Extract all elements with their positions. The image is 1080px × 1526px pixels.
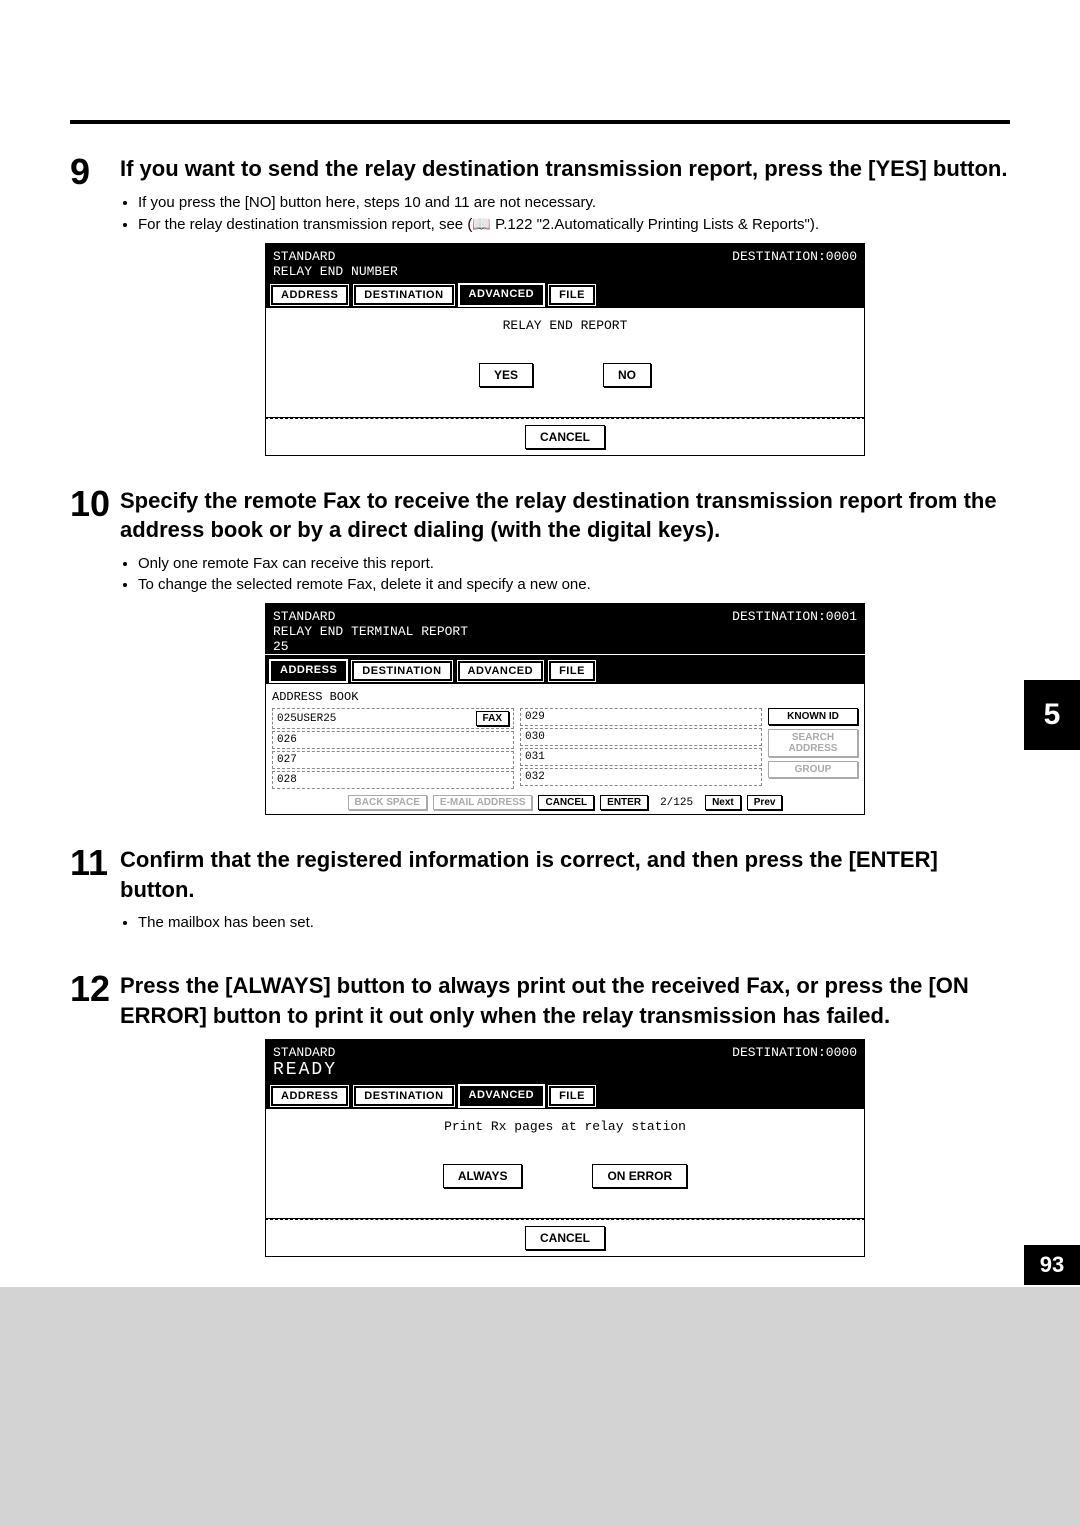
pager: 2/125 (660, 797, 693, 809)
destination-counter: DESTINATION:0000 (732, 1045, 857, 1060)
step-number: 9 (70, 154, 120, 190)
address-entry[interactable]: 032 (520, 768, 762, 786)
email-address-button[interactable]: E-MAIL ADDRESS (433, 795, 533, 810)
cancel-button[interactable]: CANCEL (525, 1226, 605, 1250)
search-address-button[interactable]: SEARCH ADDRESS (768, 729, 858, 757)
address-entry[interactable]: 029 (520, 708, 762, 726)
tab-destination[interactable]: DESTINATION (354, 285, 453, 305)
entry-label: 028 (277, 774, 297, 786)
destination-counter: DESTINATION:0000 (732, 249, 857, 264)
backspace-button[interactable]: BACK SPACE (348, 795, 427, 810)
step-title: If you want to send the relay destinatio… (120, 154, 1010, 184)
step-notes: The mailbox has been set. (120, 914, 1010, 931)
note: Only one remote Fax can receive this rep… (138, 555, 1010, 572)
tab-file[interactable]: FILE (549, 285, 595, 305)
prev-button[interactable]: Prev (747, 795, 783, 810)
tab-file[interactable]: FILE (549, 661, 595, 681)
cancel-button[interactable]: CANCEL (525, 425, 605, 449)
enter-button[interactable]: ENTER (600, 795, 648, 810)
cancel-button[interactable]: CANCEL (538, 795, 594, 810)
tab-destination[interactable]: DESTINATION (354, 1086, 453, 1106)
page-number: 93 (1024, 1245, 1080, 1285)
screen-message: Print Rx pages at relay station (276, 1119, 854, 1134)
entry-label: 025USER25 (277, 713, 336, 725)
step-notes: Only one remote Fax can receive this rep… (120, 555, 1010, 593)
address-entry[interactable]: 030 (520, 728, 762, 746)
address-entry[interactable]: 028 (272, 771, 514, 789)
screen-subtitle: RELAY END TERMINAL REPORT (265, 624, 865, 639)
tab-advanced[interactable]: ADVANCED (458, 661, 544, 681)
step-10: 10 Specify the remote Fax to receive the… (70, 486, 1010, 815)
tab-advanced[interactable]: ADVANCED (460, 1086, 544, 1106)
mode-label: STANDARD (273, 609, 732, 624)
entry-label: 032 (525, 771, 545, 783)
no-button[interactable]: NO (603, 363, 651, 387)
address-entry[interactable]: 025USER25 FAX (272, 708, 514, 729)
entry-label: 031 (525, 751, 545, 763)
device-screen: STANDARD DESTINATION:0000 RELAY END NUMB… (265, 243, 865, 456)
tab-destination[interactable]: DESTINATION (352, 661, 451, 681)
ready-label: READY (265, 1060, 865, 1080)
on-error-button[interactable]: ON ERROR (592, 1164, 687, 1188)
mode-label: STANDARD (273, 1045, 732, 1060)
address-entry[interactable]: 027 (272, 751, 514, 769)
tab-address[interactable]: ADDRESS (271, 1086, 348, 1106)
step-title: Press the [ALWAYS] button to always prin… (120, 971, 1010, 1030)
note: If you press the [NO] button here, steps… (138, 194, 1010, 211)
step-9: 9 If you want to send the relay destinat… (70, 154, 1010, 456)
entry-label: 030 (525, 731, 545, 743)
step-number: 12 (70, 971, 120, 1007)
yes-button[interactable]: YES (479, 363, 533, 387)
chapter-tab: 5 (1024, 680, 1080, 750)
step-notes: If you press the [NO] button here, steps… (120, 194, 1010, 233)
note: For the relay destination transmission r… (138, 215, 1010, 233)
step-12: 12 Press the [ALWAYS] button to always p… (70, 971, 1010, 1256)
step-title: Specify the remote Fax to receive the re… (120, 486, 1010, 545)
step-number: 11 (70, 845, 120, 881)
dial-input[interactable]: 25 (265, 639, 865, 655)
known-id-button[interactable]: KNOWN ID (768, 708, 858, 725)
entry-label: 026 (277, 734, 297, 746)
tab-address[interactable]: ADDRESS (271, 285, 348, 305)
fax-tag[interactable]: FAX (476, 711, 509, 726)
note: To change the selected remote Fax, delet… (138, 576, 1010, 593)
group-button[interactable]: GROUP (768, 761, 858, 778)
tab-address[interactable]: ADDRESS (271, 661, 346, 681)
tab-advanced[interactable]: ADVANCED (460, 285, 544, 305)
next-button[interactable]: Next (705, 795, 741, 810)
screen-subtitle: RELAY END NUMBER (265, 264, 865, 279)
destination-counter: DESTINATION:0001 (732, 609, 857, 624)
step-title: Confirm that the registered information … (120, 845, 1010, 904)
address-entry[interactable]: 031 (520, 748, 762, 766)
top-rule (70, 120, 1010, 124)
note: The mailbox has been set. (138, 914, 1010, 931)
entry-label: 027 (277, 754, 297, 766)
step-11: 11 Confirm that the registered informati… (70, 845, 1010, 941)
tab-file[interactable]: FILE (549, 1086, 595, 1106)
entry-label: 029 (525, 711, 545, 723)
screen-message: RELAY END REPORT (276, 318, 854, 333)
step-number: 10 (70, 486, 120, 522)
device-screen: STANDARD DESTINATION:0000 READY ADDRESS … (265, 1039, 865, 1257)
address-book-title: ADDRESS BOOK (272, 690, 858, 704)
always-button[interactable]: ALWAYS (443, 1164, 523, 1188)
mode-label: STANDARD (273, 249, 732, 264)
device-screen: STANDARD DESTINATION:0001 RELAY END TERM… (265, 603, 865, 815)
address-entry[interactable]: 026 (272, 731, 514, 749)
